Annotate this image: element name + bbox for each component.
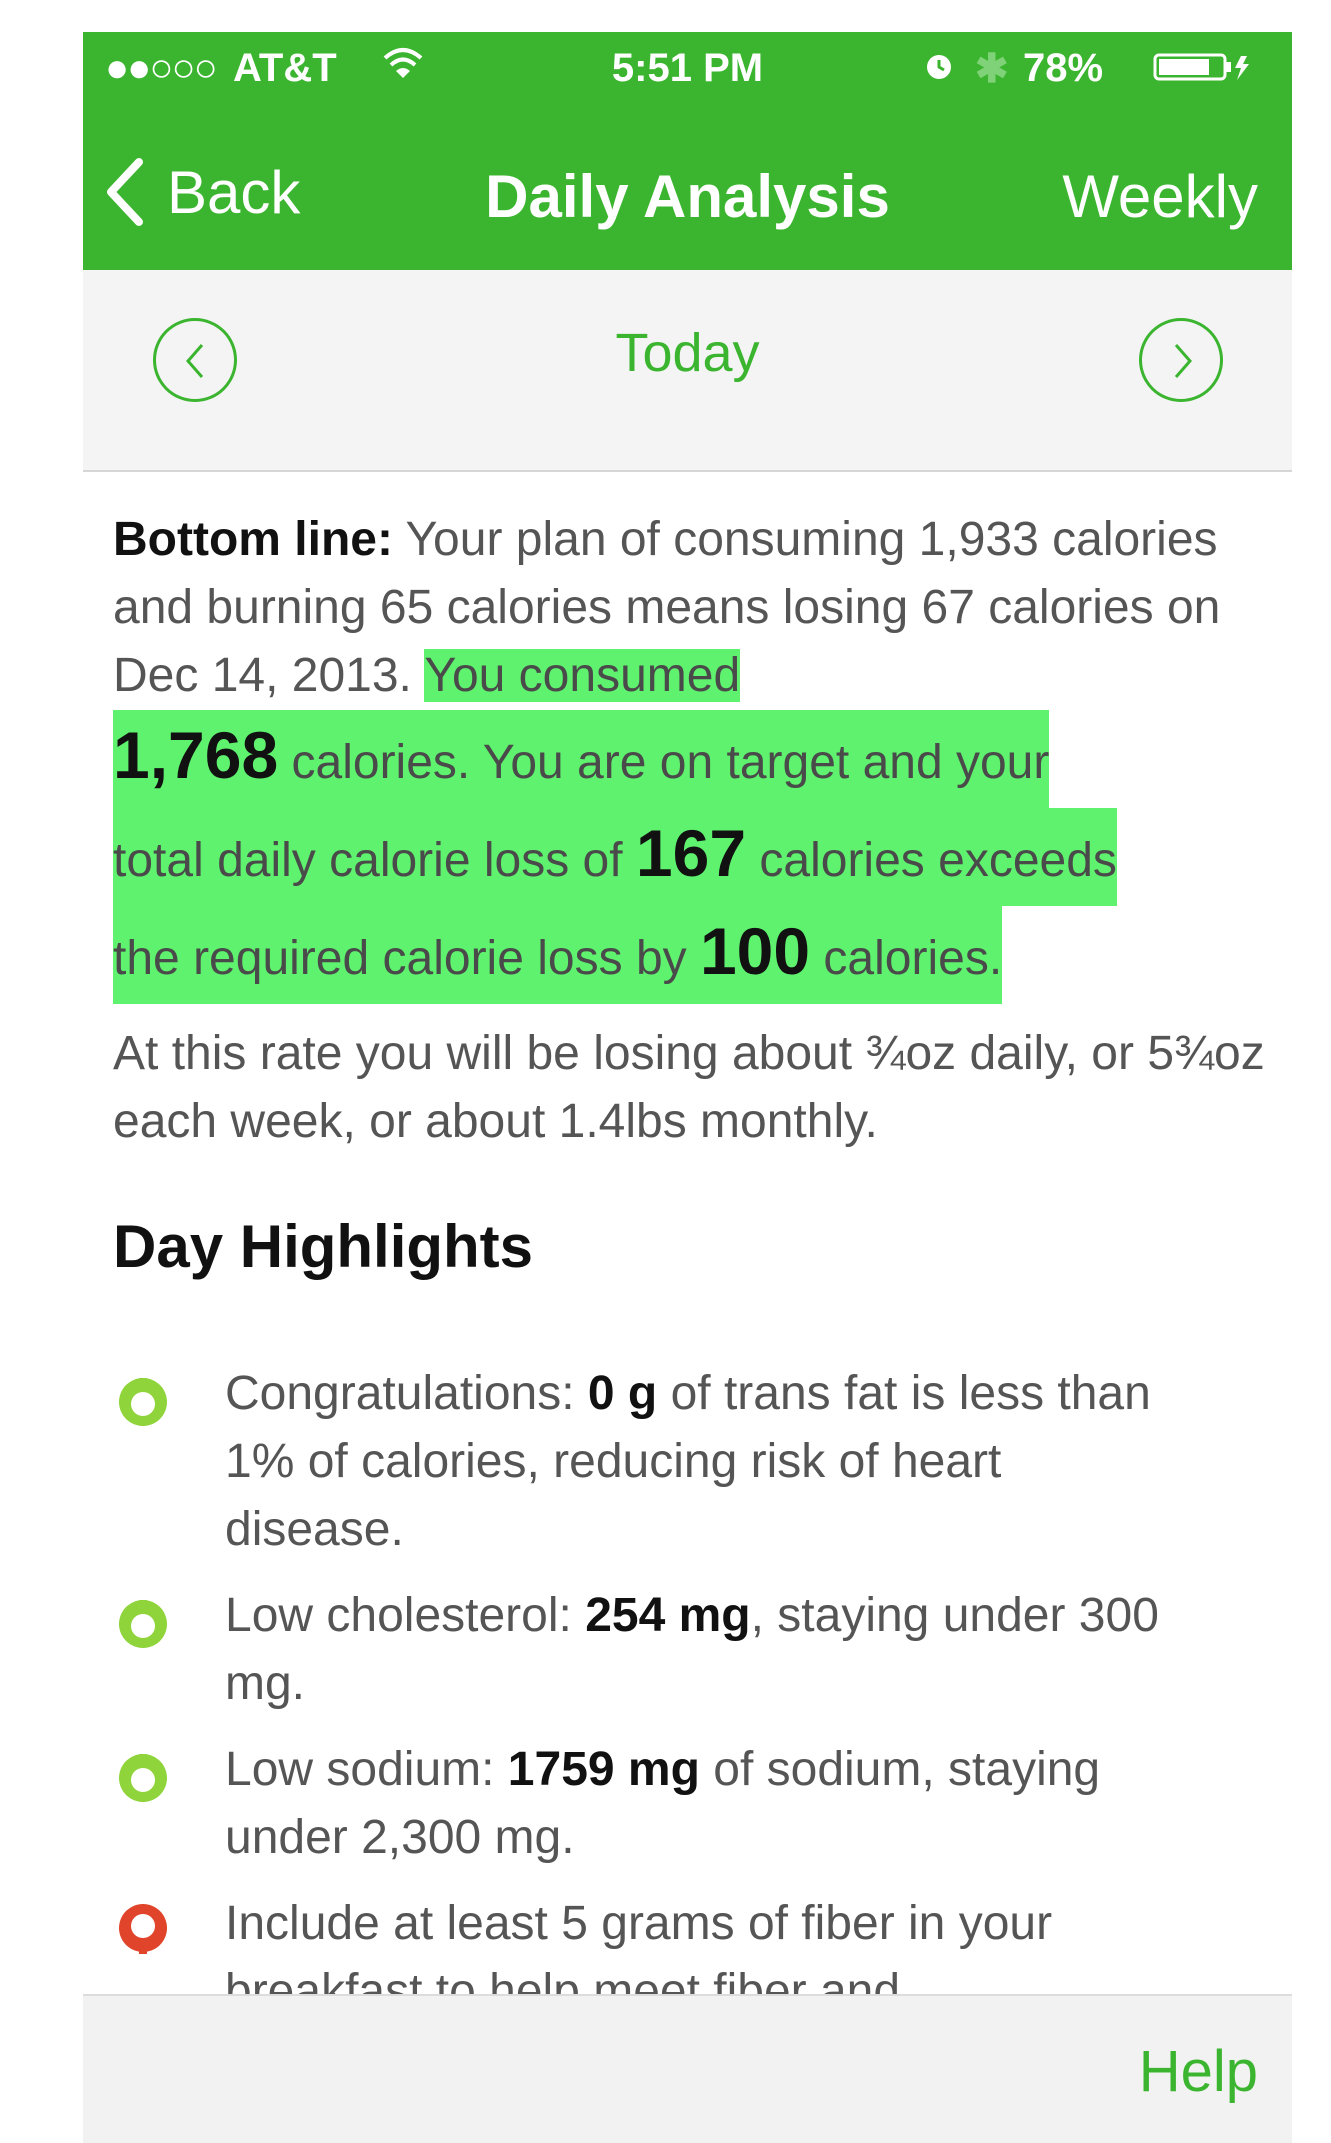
highlight-label: Low cholesterol:	[225, 1589, 586, 1642]
highlight-label: Congratulations:	[225, 1367, 588, 1420]
thumbs-up-icon	[119, 1378, 167, 1426]
highlight-value: 0 g	[587, 1367, 658, 1420]
loss-suffix: calories exceeds	[746, 834, 1117, 887]
highlight-value: 1759 mg	[507, 1743, 700, 1796]
exceed-calories: 100	[699, 914, 811, 988]
alarm-icon	[927, 55, 951, 79]
highlight-label: Low sodium:	[225, 1743, 508, 1796]
chevron-right-icon	[1174, 344, 1192, 378]
bottom-toolbar: Help	[83, 1994, 1292, 2143]
consumed-prefix: You consumed	[424, 649, 741, 702]
consumed-suffix: calories. You are on target and your	[278, 736, 1050, 789]
bottom-line-lead: Bottom line:	[113, 513, 393, 566]
navigation-bar: Back Daily Analysis Weekly	[83, 104, 1292, 270]
date-selector: Today	[83, 270, 1292, 472]
exceed-suffix: calories.	[810, 932, 1003, 985]
highlight-text: Low cholesterol: 254 mg, staying under 3…	[225, 1582, 1185, 1718]
date-label: Today	[615, 323, 760, 383]
daily-calorie-loss: 167	[635, 816, 747, 890]
thumbs-up-icon	[119, 1600, 167, 1648]
loss-prefix: total daily calorie loss of	[113, 834, 636, 887]
thumbs-up-icon	[119, 1754, 167, 1802]
weight-loss-rate: At this rate you will be losing about ¾o…	[113, 1027, 1265, 1148]
help-button[interactable]: Help	[1139, 2038, 1258, 2105]
bottom-line-summary: Bottom line: Your plan of consuming 1,93…	[113, 506, 1273, 1004]
thumbs-down-icon	[119, 1904, 167, 1954]
exceed-prefix: the required calorie loss by	[113, 932, 700, 985]
status-bar: ●●○○○ AT&T 5:51 PM ✱ 78%	[83, 32, 1292, 104]
app-screen: ●●○○○ AT&T 5:51 PM ✱ 78% Back Daily Anal…	[83, 32, 1292, 2143]
header-bar: ●●○○○ AT&T 5:51 PM ✱ 78% Back Daily Anal…	[83, 32, 1292, 270]
highlight-text: Congratulations: 0 g of trans fat is les…	[225, 1360, 1185, 1564]
battery-icon	[1153, 53, 1249, 81]
highlight-value: 254 mg	[585, 1589, 751, 1642]
battery-percent: 78%	[1023, 46, 1104, 90]
status-time: 5:51 PM	[611, 46, 764, 90]
consumed-calories: 1,768	[113, 718, 279, 792]
bluetooth-icon: ✱	[975, 47, 1009, 91]
day-highlights-heading: Day Highlights	[113, 1213, 534, 1280]
weekly-button[interactable]: Weekly	[1062, 162, 1258, 231]
highlight-text: Low sodium: 1759 mg of sodium, staying u…	[225, 1736, 1185, 1872]
next-day-button[interactable]	[1139, 318, 1223, 402]
